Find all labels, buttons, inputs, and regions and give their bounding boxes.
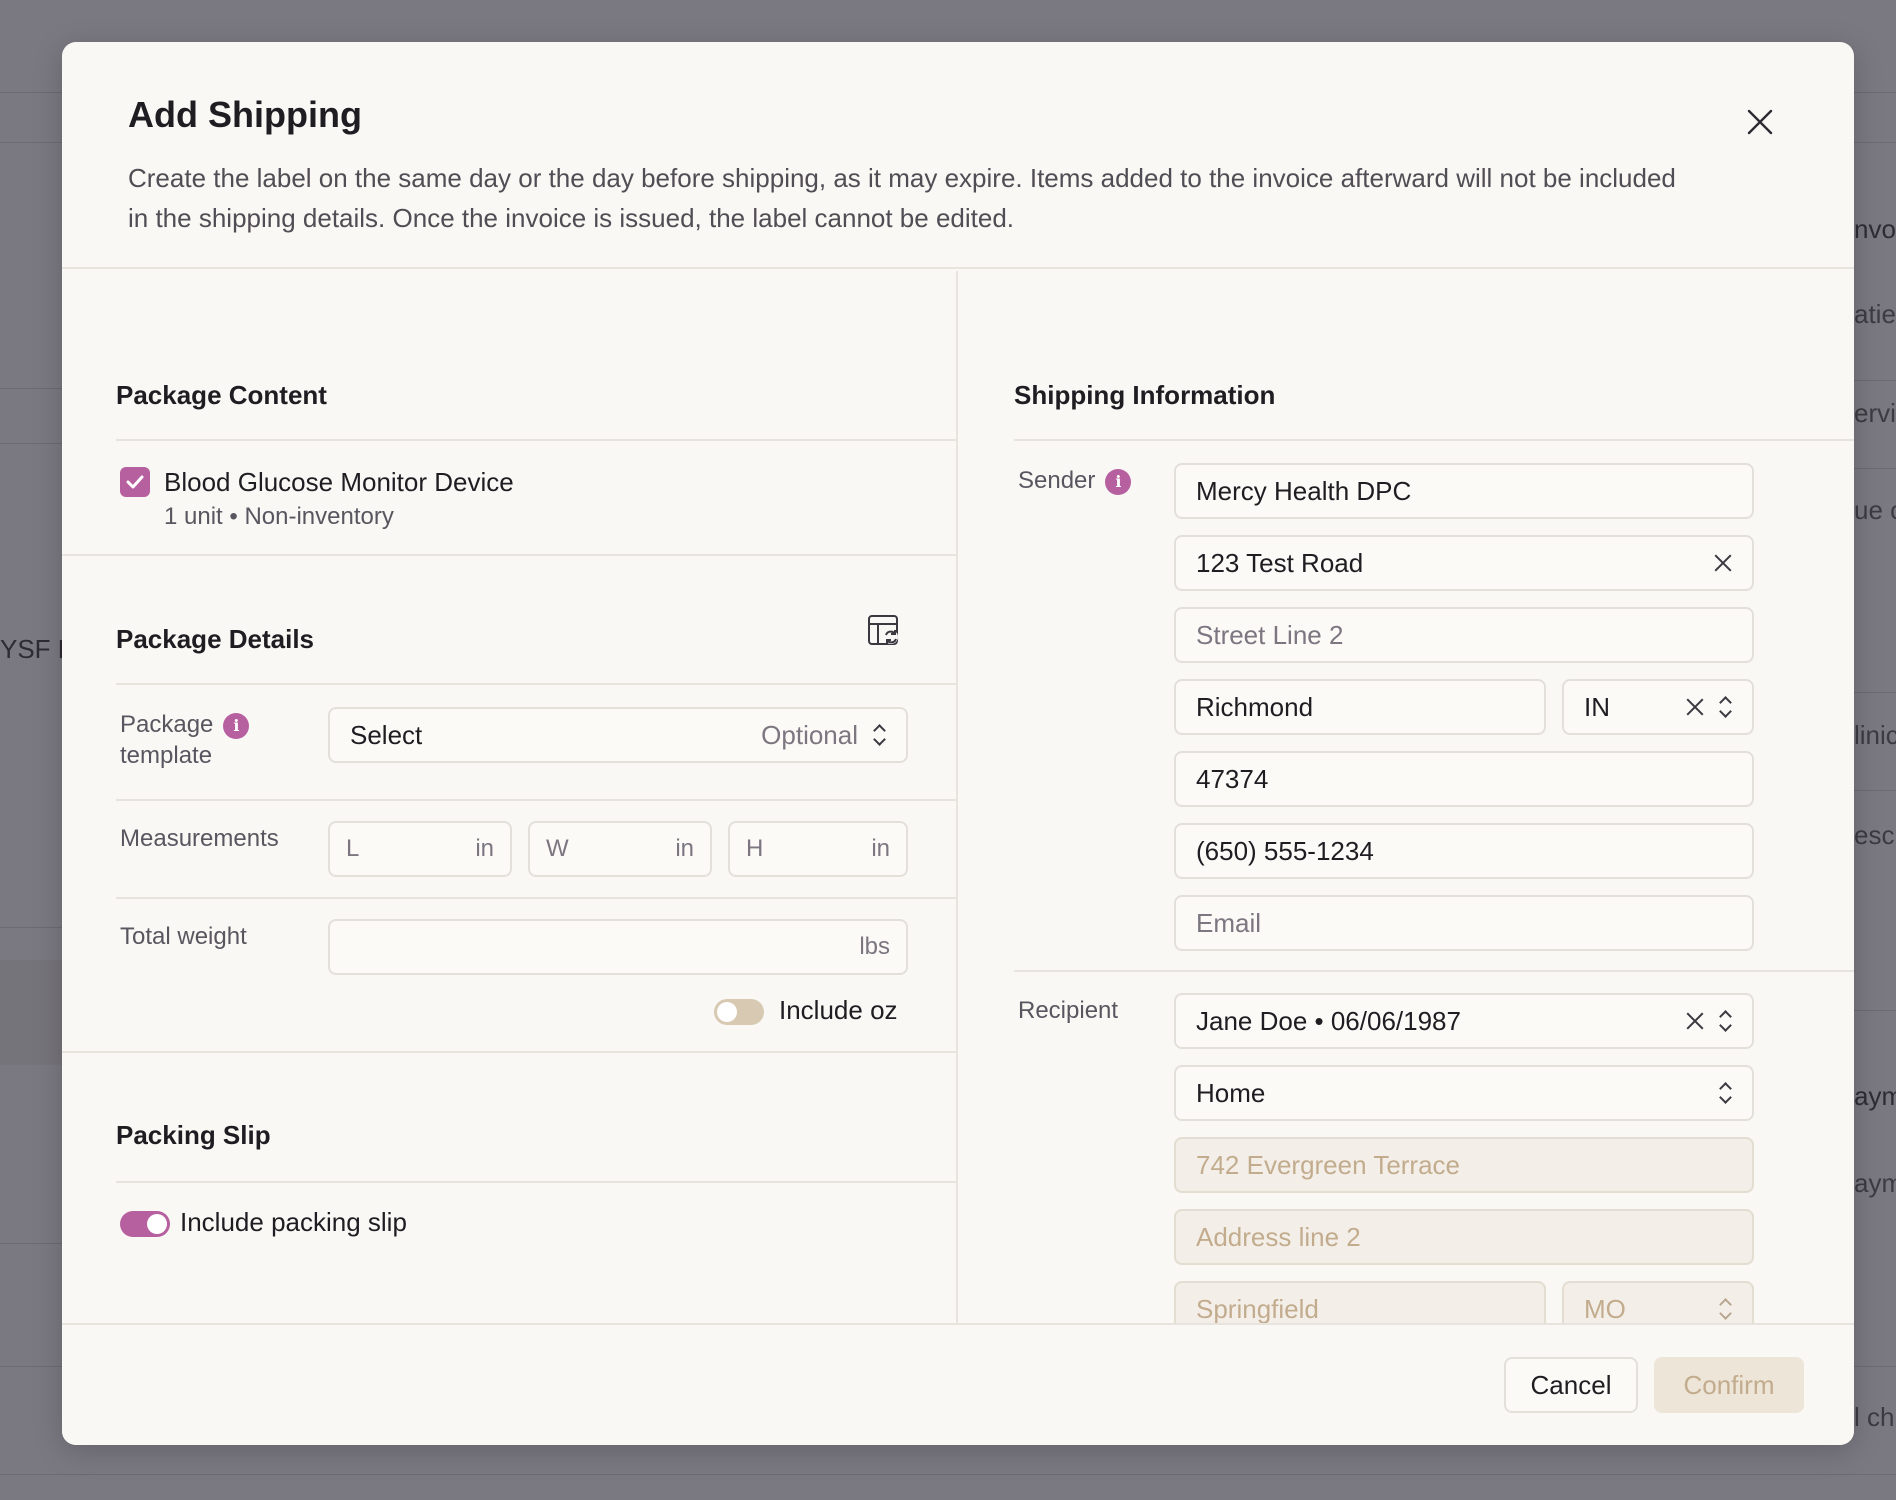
recipient-address-type-select[interactable]: Home xyxy=(1174,1065,1754,1121)
chevron-up-down-icon xyxy=(872,724,886,746)
package-template-label: Package i template xyxy=(120,709,290,771)
sender-city-input[interactable]: Richmond xyxy=(1174,679,1546,735)
packing-slip-title: Packing Slip xyxy=(116,1120,271,1150)
confirm-button[interactable]: Confirm xyxy=(1654,1357,1804,1413)
bg-fragment: linic xyxy=(1854,720,1896,750)
sender-street1-input[interactable]: 123 Test Road xyxy=(1174,535,1754,591)
chevron-up-down-icon xyxy=(1718,1082,1732,1104)
include-packing-slip-toggle[interactable] xyxy=(120,1211,170,1237)
modal-footer: Cancel Confirm xyxy=(62,1323,1854,1445)
modal-header: Add Shipping Create the label on the sam… xyxy=(62,42,1854,269)
sender-email-input[interactable]: Email xyxy=(1174,895,1754,951)
optional-hint: Optional xyxy=(761,719,858,750)
include-oz-toggle[interactable] xyxy=(714,999,764,1025)
info-icon[interactable]: i xyxy=(1105,468,1132,495)
shipping-information-title: Shipping Information xyxy=(1014,380,1276,410)
include-oz-label: Include oz xyxy=(779,995,898,1025)
sender-state-select[interactable]: IN xyxy=(1562,679,1754,735)
bg-fragment: aym xyxy=(1854,1081,1896,1111)
measurements-label: Measurements xyxy=(120,825,279,852)
cancel-button[interactable]: Cancel xyxy=(1504,1357,1638,1413)
table-refresh-icon xyxy=(868,615,898,645)
sender-phone-input[interactable]: (650) 555-1234 xyxy=(1174,823,1754,879)
template-refresh-button[interactable] xyxy=(866,613,902,649)
modal-description: Create the label on the same day or the … xyxy=(128,163,1676,233)
item-name: Blood Glucose Monitor Device xyxy=(164,467,514,497)
length-input[interactable]: Lin xyxy=(328,821,512,877)
add-shipping-modal: Add Shipping Create the label on the sam… xyxy=(62,42,1854,1445)
bg-fragment: nvoi xyxy=(1854,214,1896,244)
clear-icon[interactable] xyxy=(1686,698,1704,716)
width-input[interactable]: Win xyxy=(528,821,712,877)
close-icon xyxy=(1747,109,1773,135)
recipient-patient-select[interactable]: Jane Doe • 06/06/1987 xyxy=(1174,993,1754,1049)
sender-street2-input[interactable]: Street Line 2 xyxy=(1174,607,1754,663)
clear-icon[interactable] xyxy=(1714,554,1732,572)
info-icon[interactable]: i xyxy=(223,712,250,739)
shipping-column: Shipping Information Sender i Mercy Healt… xyxy=(960,271,1854,1323)
include-packing-slip-label: Include packing slip xyxy=(180,1207,407,1237)
check-icon xyxy=(126,475,144,489)
bg-fragment: atie xyxy=(1854,299,1896,329)
clear-icon[interactable] xyxy=(1686,1012,1704,1030)
package-column: Package Content Blood Glucose Monitor De… xyxy=(62,271,958,1323)
modal-body: Package Content Blood Glucose Monitor De… xyxy=(62,271,1854,1323)
chevron-up-down-icon xyxy=(1718,1010,1732,1032)
close-button[interactable] xyxy=(1738,100,1782,144)
bg-fragment: esc xyxy=(1854,820,1895,850)
package-template-select[interactable]: Select Optional xyxy=(328,707,908,763)
total-weight-input[interactable]: lbs xyxy=(328,919,908,975)
bg-fragment: l ch xyxy=(1854,1402,1895,1432)
recipient-street2-input: Address line 2 xyxy=(1174,1209,1754,1265)
bg-fragment: ervi xyxy=(1854,398,1896,428)
height-input[interactable]: Hin xyxy=(728,821,908,877)
package-content-title: Package Content xyxy=(116,380,327,410)
recipient-city-input: Springfield xyxy=(1174,1281,1546,1323)
recipient-state-select: MO xyxy=(1562,1281,1754,1323)
recipient-street1-input: 742 Evergreen Terrace xyxy=(1174,1137,1754,1193)
recipient-label: Recipient xyxy=(1018,997,1119,1024)
modal-title: Add Shipping xyxy=(128,94,362,135)
package-details-title: Package Details xyxy=(116,624,315,654)
bg-fragment: ue c xyxy=(1854,495,1896,525)
sender-label: Sender i xyxy=(1018,465,1132,496)
sender-zip-input[interactable]: 47374 xyxy=(1174,751,1754,807)
bg-fragment: aym xyxy=(1854,1168,1896,1198)
item-checkbox[interactable] xyxy=(120,467,150,497)
sender-name-input[interactable]: Mercy Health DPC xyxy=(1174,463,1754,519)
chevron-up-down-icon xyxy=(1718,1298,1732,1320)
item-subtitle: 1 unit • Non-inventory xyxy=(164,503,394,530)
chevron-up-down-icon xyxy=(1718,696,1732,718)
total-weight-label: Total weight xyxy=(120,923,247,950)
